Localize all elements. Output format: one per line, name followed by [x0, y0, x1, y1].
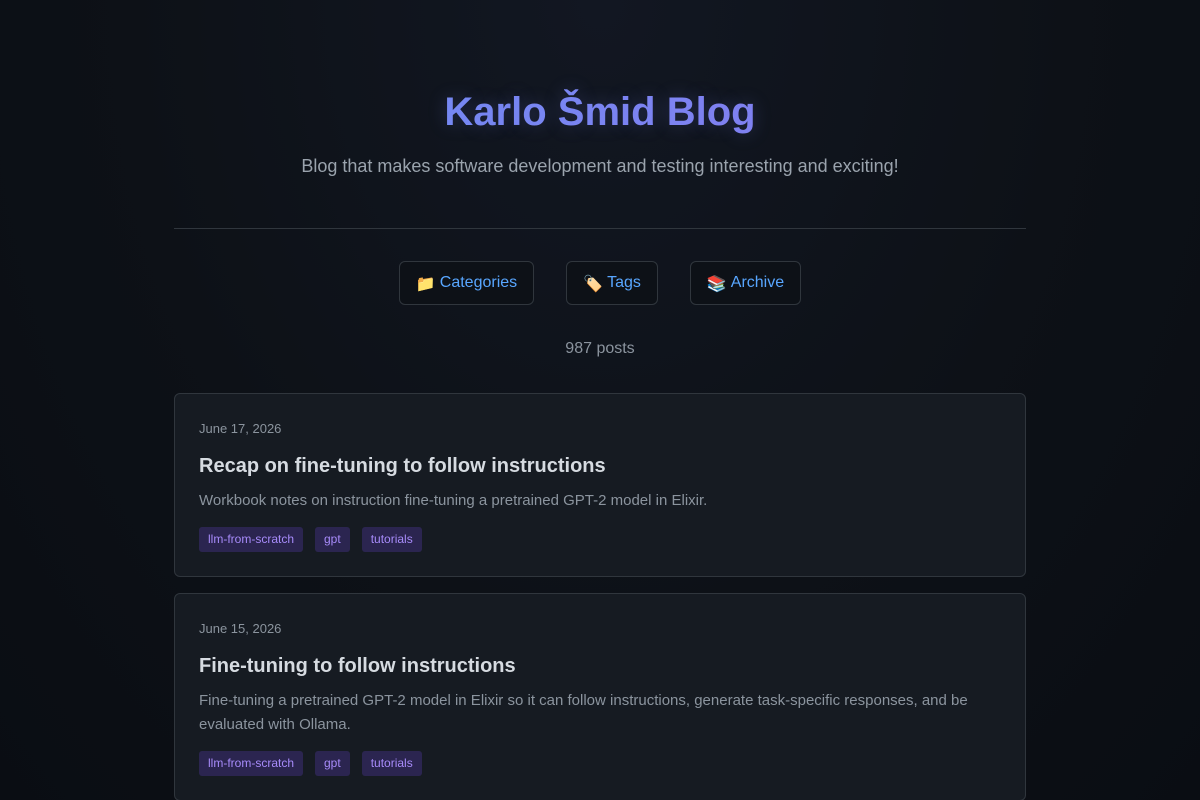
post-date: June 17, 2026 — [199, 421, 282, 436]
main-nav: 📁 Categories 🏷️ Tags 📚 Archive — [174, 261, 1026, 305]
books-icon: 📚 — [706, 273, 727, 293]
tag-tutorials[interactable]: tutorials — [361, 751, 422, 776]
tag-gpt[interactable]: gpt — [315, 751, 350, 776]
folder-icon: 📁 — [415, 273, 436, 293]
tag-list: llm-from-scratch gpt tutorials — [199, 751, 1001, 776]
tags-label: Tags — [607, 274, 641, 291]
tag-icon: 🏷️ — [583, 273, 604, 293]
archive-button[interactable]: 📚 Archive — [689, 261, 802, 305]
tags-button[interactable]: 🏷️ Tags — [566, 261, 658, 305]
archive-label: Archive — [730, 274, 785, 291]
tag-list: llm-from-scratch gpt tutorials — [199, 527, 1001, 552]
site-subtitle: Blog that makes software development and… — [301, 156, 899, 176]
post-excerpt: Workbook notes on instruction fine-tunin… — [199, 492, 708, 509]
post-card: June 17, 2026 Recap on fine-tuning to fo… — [174, 393, 1026, 577]
site-header: Karlo Šmid Blog Blog that makes software… — [174, 0, 1026, 178]
post-date: June 15, 2026 — [199, 621, 282, 636]
post-card: June 15, 2026 Fine-tuning to follow inst… — [174, 593, 1026, 800]
post-title-link[interactable]: Fine-tuning to follow instructions — [199, 654, 1001, 678]
categories-button[interactable]: 📁 Categories — [398, 261, 535, 305]
page-container: Karlo Šmid Blog Blog that makes software… — [174, 0, 1026, 800]
site-title[interactable]: Karlo Šmid Blog — [174, 88, 1026, 136]
tag-llm-from-scratch[interactable]: llm-from-scratch — [199, 527, 303, 552]
post-title-link[interactable]: Recap on fine-tuning to follow instructi… — [199, 454, 1001, 478]
header-divider — [174, 228, 1026, 229]
post-list: June 17, 2026 Recap on fine-tuning to fo… — [174, 393, 1026, 800]
categories-label: Categories — [439, 274, 518, 291]
post-count: 987 posts — [565, 340, 635, 357]
tag-tutorials[interactable]: tutorials — [361, 527, 422, 552]
tag-gpt[interactable]: gpt — [315, 527, 350, 552]
tag-llm-from-scratch[interactable]: llm-from-scratch — [199, 751, 303, 776]
post-excerpt: Fine-tuning a pretrained GPT-2 model in … — [199, 692, 968, 733]
